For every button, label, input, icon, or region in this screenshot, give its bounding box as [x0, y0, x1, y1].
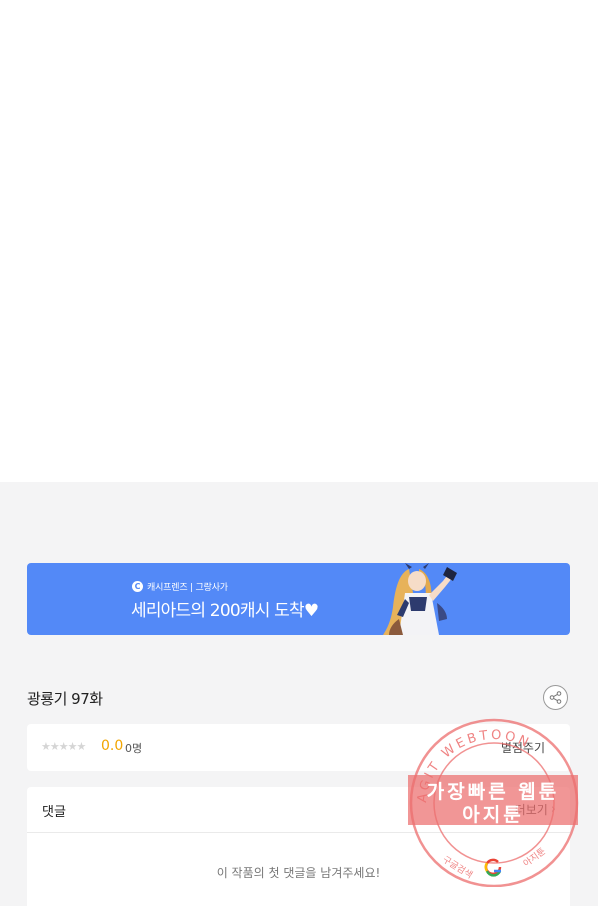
heart-icon: ♥ [303, 601, 319, 621]
content-viewer-area [0, 0, 598, 482]
episode-title: 광룡기 97화 [27, 690, 103, 708]
share-button[interactable] [543, 685, 568, 710]
chevron-right-icon: › [550, 802, 556, 817]
banner-brand-row: C 캐시프렌즈 | 그랑사가 [132, 579, 228, 593]
promo-banner[interactable]: C 캐시프렌즈 | 그랑사가 세리아드의 200캐시 도착♥ [27, 563, 570, 635]
rate-button[interactable]: 별점주기 [501, 739, 545, 756]
comments-title: 댓글 [42, 805, 66, 820]
comments-section: 댓글 더보기 › 이 작품의 첫 댓글을 남겨주세요! [27, 787, 570, 906]
rating-stars[interactable]: ★★★★★ [41, 740, 86, 753]
banner-headline: 세리아드의 200캐시 도착♥ [131, 596, 319, 621]
comments-empty-message: 이 작품의 첫 댓글을 남겨주세요! [216, 866, 381, 880]
banner-headline-text: 세리아드의 200캐시 도착 [131, 601, 305, 621]
banner-brand-text: 캐시프렌즈 | 그랑사가 [147, 582, 228, 593]
cashfriends-logo-icon: C [132, 580, 143, 592]
banner-character-illustration [383, 563, 457, 635]
rating-score: 0.0 [101, 738, 124, 754]
rating-card: ★★★★★ 0.0 0명 별점주기 [27, 724, 570, 771]
rating-count: 0명 [125, 742, 143, 755]
comments-header: 댓글 더보기 › [27, 787, 570, 833]
comments-more-button[interactable]: 더보기 › [515, 801, 556, 818]
share-icon [549, 691, 562, 704]
comments-more-label: 더보기 [514, 803, 548, 817]
